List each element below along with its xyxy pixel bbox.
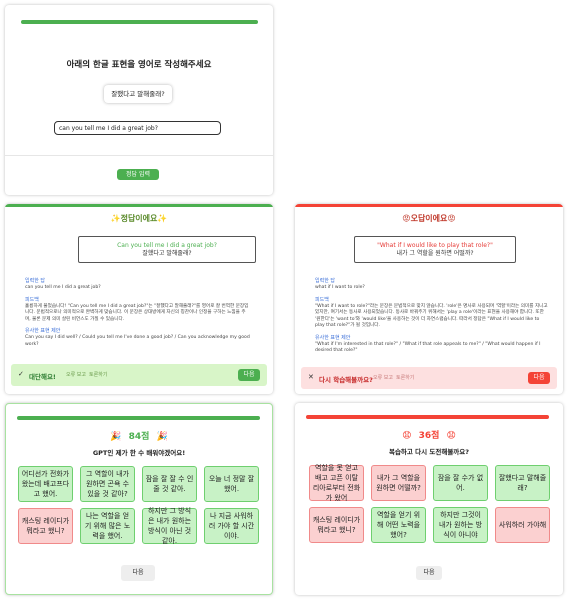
divider (5, 155, 273, 156)
sentence-tile[interactable]: 역할을 얻기 위해 어떤 노력을 했어? (371, 507, 426, 543)
answer-box: Can you tell me I did a great job? 잘했다고 … (78, 236, 256, 263)
sentence-tile[interactable]: 역할을 못 얻고 배고 고픈 이탈리아로부터 전화가 왔어 (309, 464, 364, 502)
answer-ko: 잘했다고 말해줄래? (142, 250, 192, 257)
result-good-card: 🎉 84점 🎉 GPT인 제가 한 수 배워야겠어요! 어디선가 전화가 왔는데… (5, 403, 273, 595)
status-text: 대단해요! (29, 373, 56, 381)
korean-prompt-chip: 잘했다고 말해줄래? (104, 85, 172, 103)
next-button[interactable]: 다음 (238, 369, 260, 381)
answer-input[interactable] (54, 121, 221, 135)
top-accent (5, 204, 273, 207)
my-answer: can you tell me I did a great job? (25, 285, 101, 290)
feedback-section: 입력한 답 what if I want to role? 피드백 "What … (315, 278, 549, 355)
sentence-tile[interactable]: 나는 역할을 얻기 위해 많은 노력을 했어. (80, 508, 135, 544)
feedback-text: "What if I want to role?"라는 문장은 문법적으로 맞지… (315, 303, 548, 329)
status-text: 다시 학습해볼까요? (319, 376, 373, 384)
report-link[interactable]: 오류 보고 (66, 372, 86, 379)
next-button[interactable]: 다음 (121, 565, 155, 581)
check-icon: ✓ (18, 370, 24, 378)
status-bar: ✓ 대단해요! 오류 보고 토론하기 다음 (11, 364, 267, 386)
sentence-tile[interactable]: 내가 그 역할을 원하면 어떨까? (371, 465, 426, 501)
score: 36점 (418, 431, 440, 441)
sentence-tile[interactable]: 하지만 그 방식은 내가 원하는 방식이 아닌 것 같아. (142, 507, 197, 545)
result-bad-card: 😧 36점 😧 복습하고 다시 도전해볼까요? 역할을 못 얻고 배고 고픈 이… (295, 403, 563, 595)
score-line: 🎉 84점 🎉 (6, 429, 272, 442)
feedback-section: 입력한 답 can you tell me I did a great job?… (25, 278, 251, 348)
sentence-tile[interactable]: 어디선가 전화가 왔는데 배고프다고 했어. (18, 466, 73, 502)
progress-bar (306, 415, 549, 419)
alt-text: "What if I'm interested in that role?" /… (315, 341, 541, 354)
sentence-tile[interactable]: 그 역할이 내가 원하면 곤욕 수 있을 것 같아? (80, 466, 135, 502)
result-subtitle: 복습하고 다시 도전해볼까요? (388, 448, 470, 456)
score-line: 😧 36점 😧 (295, 428, 563, 441)
my-answer: what if I want to role? (315, 285, 365, 290)
discuss-link[interactable]: 토론하기 (89, 372, 107, 379)
correct-answer-card: ✨정답이에요✨ Can you tell me I did a great jo… (5, 204, 273, 394)
feedback-label: 피드백 (25, 296, 39, 303)
answer-ko: 내가 그 역할을 원하면 어떨까? (396, 250, 474, 257)
feedback-label: 피드백 (315, 296, 329, 303)
next-button[interactable]: 다음 (416, 566, 442, 580)
sad-icon: 😧 (402, 431, 412, 441)
wrong-answer-card: 😡오답이에요😡 "What if I would like to play th… (295, 204, 563, 394)
answer-en: "What if I would like to play that role?… (377, 242, 493, 249)
status-bar: ✕ 다시 학습해볼까요? 오류 보고 토론하기 다음 (301, 367, 557, 389)
top-accent (295, 204, 563, 207)
question-title: 아래의 한글 표현을 영어로 작성해주세요 (66, 60, 212, 70)
question-card: 아래의 한글 표현을 영어로 작성해주세요 잘했다고 말해줄래? 정답 입력 (5, 5, 273, 195)
sentence-tile[interactable]: 잘했다고 말해줄래? (495, 465, 550, 501)
wrong-header: 😡오답이에요😡 (402, 214, 456, 223)
submit-answer-button[interactable]: 정답 입력 (117, 169, 159, 180)
party-icon: 🎉 (110, 432, 122, 442)
correct-header: ✨정답이에요✨ (110, 214, 168, 223)
sentence-tile[interactable]: 캐스팅 레이디가 뭐라고 했니? (18, 508, 73, 544)
progress-bar (21, 20, 258, 24)
answer-box: "What if I would like to play that role?… (354, 236, 516, 263)
sentence-tile[interactable]: 나 지금 사워하러 가야 할 시간이야. (204, 508, 259, 544)
alt-text: Can you say I did well? / Could you tell… (25, 335, 250, 347)
result-subtitle: GPT인 제가 한 수 배워야겠어요! (92, 449, 186, 457)
sentence-tile[interactable]: 잠을 잘 잘 수 인 줄 것 같아. (142, 466, 197, 502)
progress-bar (17, 416, 260, 420)
close-icon: ✕ (308, 373, 314, 381)
answer-en: Can you tell me I did a great job? (117, 242, 217, 249)
sentence-tile[interactable]: 오늘 너 정말 잘했어. (204, 466, 259, 502)
feedback-text: 훌륭하게 풀었습니다! "Can you tell me I did a gre… (25, 303, 249, 322)
sentence-tile[interactable]: 사워하러 가야해 (495, 507, 550, 543)
party-icon: 🎉 (156, 432, 168, 442)
sad-icon: 😧 (446, 431, 456, 441)
sentence-tile[interactable]: 캐스팅 레이디가 뭐라고 했니? (309, 507, 364, 543)
discuss-link[interactable]: 토론하기 (396, 375, 414, 382)
next-button[interactable]: 다음 (528, 372, 550, 384)
my-answer-label: 입력한 답 (25, 278, 45, 284)
sentence-tile[interactable]: 하지만 그것이 내가 원하는 방식이 아니야 (433, 507, 488, 543)
score: 84점 (128, 432, 150, 442)
alt-label: 유사한 표현 제안 (25, 328, 61, 334)
alt-label: 유사한 표현 제안 (315, 334, 351, 341)
report-link[interactable]: 오류 보고 (373, 375, 393, 382)
my-answer-label: 입력한 답 (315, 278, 335, 284)
sentence-tile[interactable]: 잠을 잘 수가 없어. (433, 465, 488, 501)
